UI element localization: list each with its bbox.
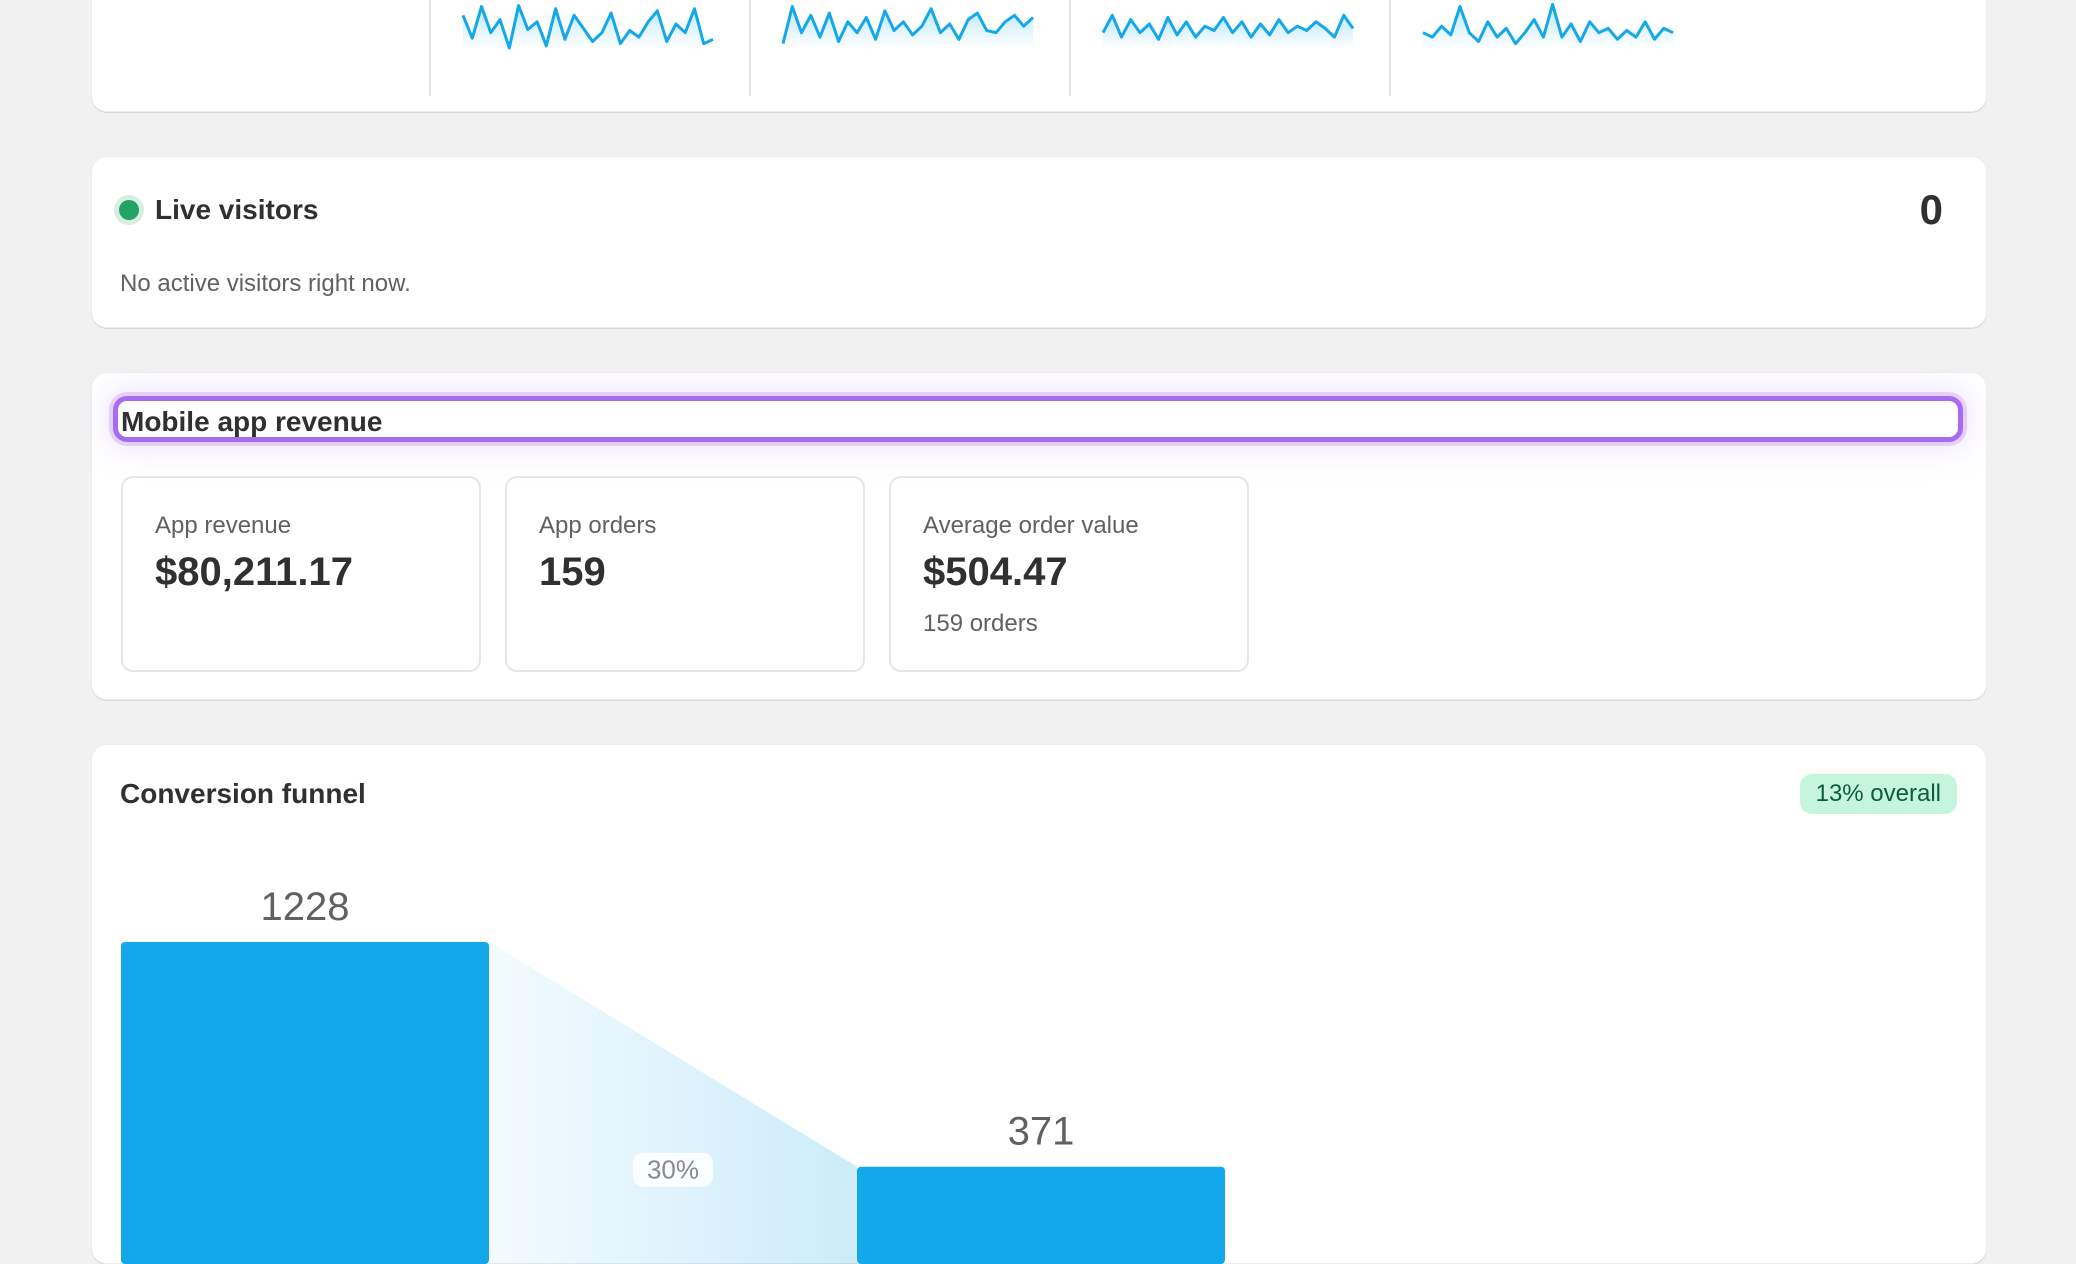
metric-app-orders: App orders 159	[505, 476, 865, 672]
metric-divider	[429, 0, 431, 96]
mobile-app-revenue-title[interactable]: Mobile app revenue	[121, 406, 382, 438]
metric-label: App revenue	[155, 512, 292, 539]
sparkline-chart	[781, 5, 1035, 48]
funnel-bar	[857, 1166, 1225, 1264]
sparkline-2	[781, 0, 1035, 48]
section-title-focus-ring[interactable]	[113, 396, 1963, 442]
sparkline-metrics-card	[91, 0, 1987, 112]
live-visitors-card: Live visitors 0 No active visitors right…	[91, 156, 1987, 328]
live-visitors-count: 0	[1919, 186, 1943, 233]
funnel-value-label: 1228	[261, 885, 350, 929]
sparkline-3	[1101, 0, 1355, 49]
conversion-funnel-chart: 30% 1228 371	[121, 885, 1225, 1264]
mobile-app-revenue-card: Mobile app revenue App revenue $80,211.1…	[91, 372, 1987, 700]
metric-label: App orders	[539, 512, 657, 539]
metric-divider	[1069, 0, 1071, 96]
conversion-rate-label: 30%	[647, 1155, 699, 1185]
sparkline-chart	[1101, 13, 1355, 49]
sparkline-chart	[1422, 2, 1674, 48]
metric-value: $80,211.17	[155, 550, 353, 594]
funnel-bar	[121, 942, 489, 1264]
metric-value: $504.47	[923, 550, 1068, 594]
live-status-dot-icon	[119, 200, 139, 220]
metric-subtext: 159 orders	[923, 610, 1038, 637]
live-visitors-subtitle: No active visitors right now.	[120, 270, 411, 297]
metric-label: Average order value	[923, 512, 1139, 539]
metric-divider	[1389, 0, 1391, 96]
metric-app-revenue: App revenue $80,211.17	[121, 476, 481, 672]
sparkline-4	[1422, 0, 1674, 48]
funnel-connector	[489, 942, 857, 1264]
funnel-value-label: 371	[1008, 1110, 1075, 1154]
conversion-funnel-card: Conversion funnel 13% overall 30% 1228 371	[91, 744, 1987, 1264]
sparkline-chart	[461, 4, 714, 50]
live-visitors-title: Live visitors	[155, 194, 319, 225]
metric-value: 159	[539, 550, 606, 594]
metric-average-order-value: Average order value $504.47 159 orders	[889, 476, 1249, 672]
metric-divider	[749, 0, 751, 96]
sparkline-1	[461, 0, 714, 50]
